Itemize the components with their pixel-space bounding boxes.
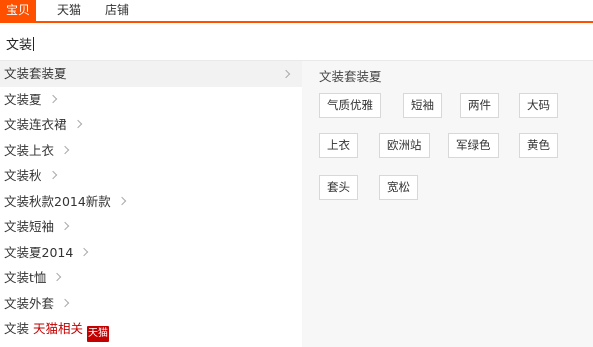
suggestion-item[interactable]: 文装秋 [0, 163, 302, 189]
chevron-right-icon [60, 145, 70, 154]
search-type-tabs: 宝贝 天猫 店铺 [0, 0, 593, 23]
suggestion-label: 文装夏 [4, 91, 42, 107]
related-attributes-panel: 文装套装夏 气质优雅 短袖 两件 大码 上衣 欧洲站 军绿色 黄色 套头 宽松 [302, 61, 593, 347]
attribute-tag[interactable]: 军绿色 [448, 133, 499, 158]
attribute-tag[interactable]: 短袖 [403, 93, 442, 118]
suggestion-label: 文装秋款2014新款 [4, 193, 111, 209]
text-caret [33, 37, 35, 51]
attribute-tag[interactable]: 套头 [319, 175, 358, 200]
suggestion-label: 文装连衣裙 [4, 117, 67, 132]
chevron-right-icon [60, 221, 70, 231]
suggestion-item[interactable]: 文装套装夏 [0, 61, 302, 87]
tab-shop[interactable]: 店铺 [102, 0, 132, 21]
chevron-right-icon [53, 272, 62, 282]
tmall-cat-icon: 天猫 [87, 326, 110, 342]
suggestion-label: 文装 [4, 321, 30, 336]
suggestion-item[interactable]: 文装上衣 [0, 138, 302, 164]
suggestion-label: 文装夏2014 [4, 244, 74, 260]
attribute-tag[interactable]: 上衣 [319, 133, 358, 158]
suggestion-item[interactable]: 文装短袖 [0, 214, 302, 240]
suggestion-label: 文装上衣 [4, 142, 55, 158]
suggestion-item[interactable]: 文装夏 [0, 87, 302, 113]
attribute-tag[interactable]: 两件 [460, 93, 499, 118]
suggestion-item[interactable]: 文装秋款2014新款 [0, 189, 302, 215]
chevron-right-icon [48, 170, 57, 180]
suggestion-item[interactable]: 文装外套 [0, 291, 302, 317]
search-input[interactable]: 文装 [0, 23, 593, 61]
suggestion-label: 文装套装夏 [4, 66, 67, 81]
tmall-related-item[interactable]: 文装 天猫相关 天猫 [0, 316, 302, 342]
attribute-tag[interactable]: 欧洲站 [379, 133, 430, 158]
chevron-right-icon [60, 298, 70, 307]
suggestion-item[interactable]: 文装t恤 [0, 265, 302, 291]
attribute-tag[interactable]: 大码 [519, 93, 558, 118]
suggestion-label: 文装秋 [4, 168, 42, 183]
suggestion-label: 文装外套 [4, 295, 55, 311]
attribute-tag[interactable]: 气质优雅 [319, 93, 381, 118]
attribute-tag[interactable]: 黄色 [519, 133, 558, 158]
search-query-text: 文装 [6, 38, 33, 53]
tab-tmall[interactable]: 天猫 [54, 0, 84, 21]
suggestion-item[interactable]: 文装夏2014 [0, 240, 302, 266]
search-input-value: 文装 [6, 34, 35, 53]
suggestion-label: 文装短袖 [4, 219, 55, 234]
chevron-right-icon [73, 119, 82, 129]
attribute-tag[interactable]: 宽松 [379, 175, 418, 200]
tab-baobei[interactable]: 宝贝 [0, 0, 36, 21]
chevron-right-icon [117, 196, 127, 205]
chevron-right-icon [281, 69, 291, 79]
chevron-right-icon [80, 247, 89, 256]
suggestion-item[interactable]: 文装连衣裙 [0, 112, 302, 138]
tmall-related-label: 天猫相关 [33, 321, 84, 336]
suggestion-list: 文装套装夏 文装夏 文装连衣裙 文装上衣 文装秋 文装秋款2014新款 文装短袖… [0, 61, 302, 342]
suggestion-label: 文装t恤 [4, 270, 47, 285]
chevron-right-icon [48, 94, 57, 103]
panel-title: 文装套装夏 [319, 69, 382, 84]
